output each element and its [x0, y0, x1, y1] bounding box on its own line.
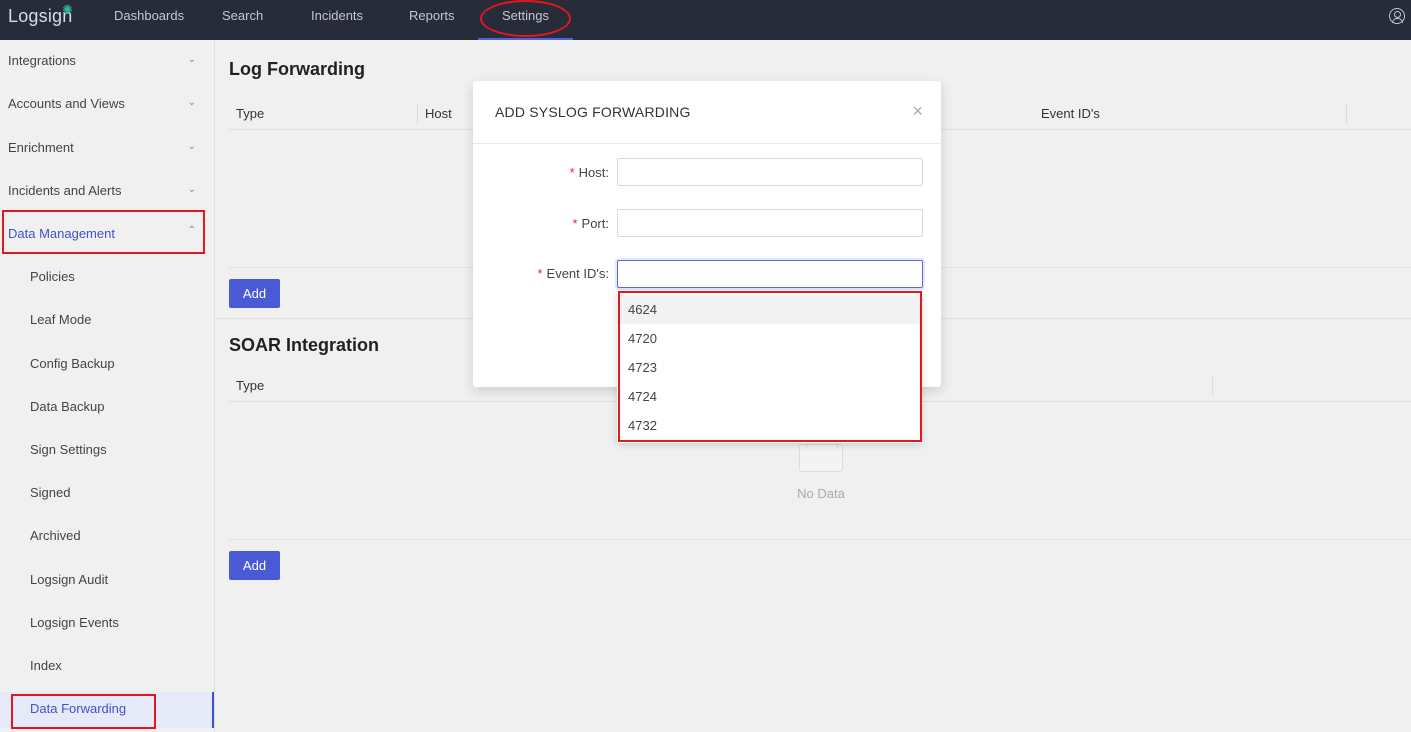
- required-mark: *: [572, 216, 578, 231]
- event-ids-select[interactable]: [617, 260, 923, 288]
- annotation-event-ids-box: [618, 291, 922, 442]
- close-icon[interactable]: ×: [912, 101, 923, 122]
- event-ids-label-text: Event ID's: [546, 266, 606, 281]
- event-ids-label: * Event ID's:: [537, 266, 609, 281]
- annotation-data-forwarding-box: [11, 694, 156, 729]
- annotation-data-management-box: [2, 210, 205, 254]
- required-mark: *: [569, 165, 575, 180]
- annotation-settings-ellipse: [480, 0, 571, 37]
- port-label-text: Port: [581, 216, 606, 231]
- label-colon: :: [605, 216, 609, 231]
- label-colon: :: [605, 266, 609, 281]
- port-input[interactable]: [617, 209, 923, 237]
- modal-header: ADD SYSLOG FORWARDING ×: [473, 81, 941, 144]
- required-mark: *: [537, 266, 543, 281]
- port-label: * Port:: [572, 216, 609, 231]
- host-input[interactable]: [617, 158, 923, 186]
- modal-title: ADD SYSLOG FORWARDING: [495, 104, 691, 120]
- label-colon: :: [605, 165, 609, 180]
- host-label-text: Host: [578, 165, 606, 180]
- host-label: * Host:: [570, 165, 609, 180]
